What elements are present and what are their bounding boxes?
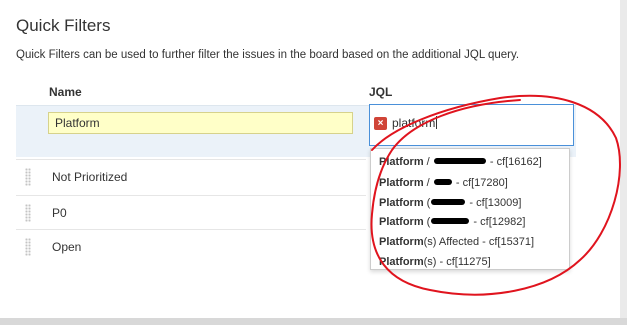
drag-handle-icon[interactable]: [25, 238, 31, 256]
redaction-mark: [431, 218, 470, 224]
suggestion-item[interactable]: Platform ( - cf[12982]: [379, 216, 525, 228]
column-header-jql: JQL: [369, 85, 393, 99]
filter-name: P0: [52, 206, 67, 220]
filter-name: Open: [52, 240, 82, 254]
redaction-mark: [431, 199, 466, 205]
clear-icon[interactable]: ×: [374, 117, 387, 130]
page-title: Quick Filters: [16, 16, 111, 35]
suggestion-item[interactable]: Platform / - cf[17280]: [379, 177, 508, 189]
filter-name: Not Prioritized: [52, 170, 128, 184]
suggestion-item[interactable]: Platform ( - cf[13009]: [379, 197, 521, 209]
jql-input-text: platform: [392, 116, 438, 130]
column-header-name: Name: [49, 85, 82, 99]
filter-row[interactable]: Not Prioritized: [16, 159, 366, 193]
suggestion-item[interactable]: Platform / - cf[16162]: [379, 156, 542, 168]
page-description: Quick Filters can be used to further fil…: [16, 49, 520, 61]
redaction-mark: [433, 158, 486, 164]
suggestion-item[interactable]: Platform(s) - cf[11275]: [379, 256, 491, 268]
suggestion-item[interactable]: Platform(s) Affected - cf[15371]: [379, 236, 534, 248]
text-cursor: [436, 116, 438, 129]
redaction-mark: [433, 179, 452, 185]
window-bottom-edge: [0, 318, 627, 325]
drag-handle-icon[interactable]: [25, 168, 31, 186]
filter-row[interactable]: Open: [16, 229, 366, 263]
filter-row[interactable]: P0: [16, 195, 366, 229]
drag-handle-icon[interactable]: [25, 204, 31, 222]
window-edge: [620, 0, 627, 318]
filter-name-input[interactable]: [48, 112, 353, 134]
jql-autocomplete-dropdown: Platform / - cf[16162] Platform / - cf[1…: [370, 148, 570, 270]
